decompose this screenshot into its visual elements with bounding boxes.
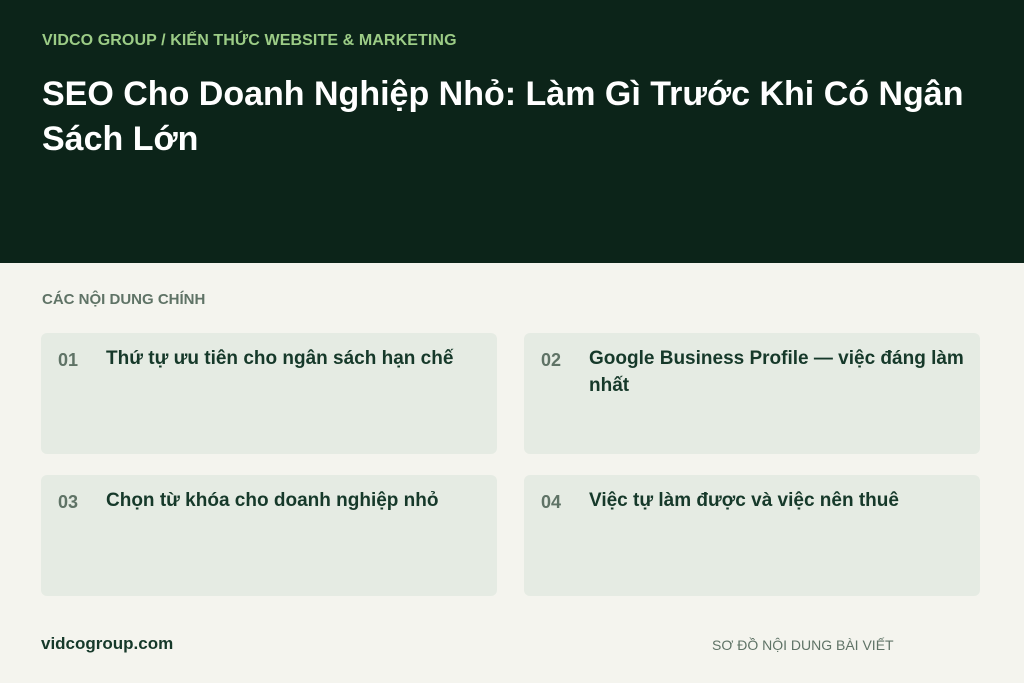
content-card-4[interactable]: 04 Việc tự làm được và việc nên thuê — [524, 475, 980, 596]
footer-caption: SƠ ĐỒ NỘI DUNG BÀI VIẾT — [712, 637, 894, 653]
card-number: 01 — [58, 350, 79, 370]
card-number: 02 — [541, 350, 562, 370]
section-label: CÁC NỘI DUNG CHÍNH — [42, 291, 206, 308]
content-card-3[interactable]: 03 Chọn từ khóa cho doanh nghiệp nhỏ — [41, 475, 497, 596]
footer-site-link[interactable]: vidcogroup.com — [41, 634, 173, 654]
breadcrumb[interactable]: VIDCO GROUP / KIẾN THỨC WEBSITE & MARKET… — [42, 32, 457, 50]
card-title: Google Business Profile — việc đáng làm … — [589, 348, 964, 396]
card-number: 03 — [58, 492, 79, 512]
content-card-2[interactable]: 02 Google Business Profile — việc đáng l… — [524, 333, 980, 454]
card-number: 04 — [541, 492, 562, 512]
card-title: Việc tự làm được và việc nên thuê — [589, 490, 899, 511]
hero-header: VIDCO GROUP / KIẾN THỨC WEBSITE & MARKET… — [0, 0, 1024, 263]
card-title: Chọn từ khóa cho doanh nghiệp nhỏ — [106, 490, 439, 511]
content-card-1[interactable]: 01 Thứ tự ưu tiên cho ngân sách hạn chế — [41, 333, 497, 454]
page-title: SEO Cho Doanh Nghiệp Nhỏ: Làm Gì Trước K… — [42, 75, 964, 158]
card-title: Thứ tự ưu tiên cho ngân sách hạn chế — [106, 348, 454, 369]
